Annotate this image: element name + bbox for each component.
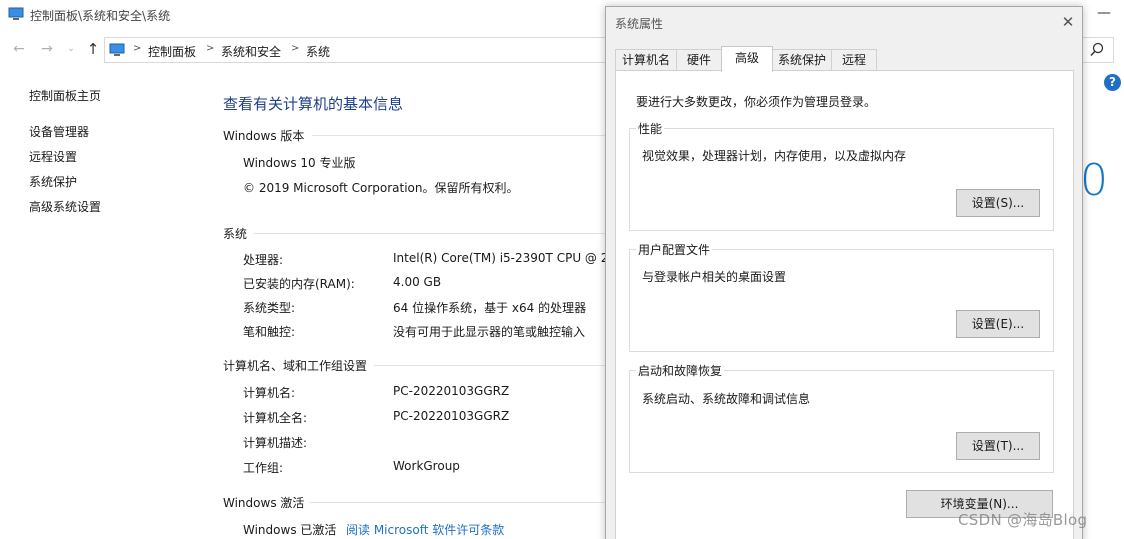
startup-recovery-group: 启动和故障恢复 系统启动、系统故障和调试信息 设置(T)... — [629, 362, 1054, 473]
breadcrumb-system[interactable]: 系统 — [306, 43, 330, 60]
startup-recovery-settings-button[interactable]: 设置(T)... — [956, 432, 1040, 460]
computer-name-value: PC-20220103GGRZ — [393, 384, 510, 398]
tab-remote[interactable]: 远程 — [831, 49, 877, 71]
pen-touch-label: 笔和触控: — [243, 325, 296, 339]
computer-icon — [8, 7, 24, 20]
divider — [254, 233, 606, 234]
sidebar-item-device-manager[interactable]: 设备管理器 — [29, 123, 89, 140]
tab-hardware[interactable]: 硬件 — [676, 49, 722, 71]
divider — [312, 135, 606, 136]
search-icon[interactable] — [1089, 42, 1105, 58]
computer-name-heading: 计算机名、域和工作组设置 — [223, 359, 368, 373]
performance-group-title: 性能 — [636, 120, 665, 137]
performance-description: 视觉效果，处理器计划，内存使用，以及虚拟内存 — [642, 149, 907, 163]
workgroup-label: 工作组: — [243, 461, 284, 475]
pen-touch-value: 没有可用于此显示器的笔或触控输入 — [393, 325, 586, 339]
sidebar-item-control-panel-home[interactable]: 控制面板主页 — [29, 87, 101, 104]
processor-label: 处理器: — [243, 253, 284, 267]
workgroup-value: WorkGroup — [393, 459, 460, 473]
computer-name-label: 计算机名: — [243, 386, 296, 400]
performance-group: 性能 视觉效果，处理器计划，内存使用，以及虚拟内存 设置(S)... — [629, 120, 1054, 231]
chevron-right-icon[interactable]: > — [206, 43, 214, 54]
activation-status: Windows 已激活 — [243, 523, 337, 537]
sidebar-item-system-protection[interactable]: 系统保护 — [29, 173, 77, 190]
admin-note: 要进行大多数更改，你必须作为管理员登录。 — [636, 95, 877, 109]
sidebar-item-remote-settings[interactable]: 远程设置 — [29, 148, 77, 165]
back-arrow-icon[interactable]: ← — [10, 40, 28, 58]
edition-heading: Windows 版本 — [223, 129, 305, 143]
user-profiles-group-title: 用户配置文件 — [636, 241, 713, 258]
system-properties-dialog: 系统属性 ✕ 计算机名 硬件 高级 系统保护 远程 要进行大多数更改，你必须作为… — [605, 6, 1083, 539]
windows-brand-fragment: 0 — [1080, 155, 1108, 206]
advanced-tab-panel: 要进行大多数更改，你必须作为管理员登录。 性能 视觉效果，处理器计划，内存使用，… — [615, 70, 1074, 539]
sidebar-item-advanced-settings[interactable]: 高级系统设置 — [29, 198, 101, 215]
license-terms-link[interactable]: 阅读 Microsoft 软件许可条款 — [346, 521, 504, 538]
chevron-down-icon[interactable]: ⌄ — [62, 40, 80, 58]
page-title: 查看有关计算机的基本信息 — [223, 95, 404, 113]
system-heading: 系统 — [223, 227, 248, 241]
full-name-label: 计算机全名: — [243, 411, 308, 425]
startup-recovery-group-title: 启动和故障恢复 — [636, 362, 725, 379]
help-icon[interactable]: ? — [1104, 74, 1121, 91]
startup-recovery-description: 系统启动、系统故障和调试信息 — [642, 392, 811, 406]
system-type-label: 系统类型: — [243, 301, 296, 315]
description-label: 计算机描述: — [243, 436, 308, 450]
processor-value: Intel(R) Core(TM) i5-2390T CPU @ 2. — [393, 251, 605, 265]
user-profiles-settings-button[interactable]: 设置(E)... — [956, 310, 1040, 338]
computer-icon — [109, 43, 125, 56]
up-arrow-icon[interactable]: ↑ — [84, 40, 102, 58]
edition-name: Windows 10 专业版 — [243, 156, 356, 170]
performance-settings-button[interactable]: 设置(S)... — [956, 189, 1040, 217]
minimize-button[interactable]: — — [1094, 6, 1114, 22]
tab-computer-name[interactable]: 计算机名 — [615, 49, 677, 71]
system-type-value: 64 位操作系统，基于 x64 的处理器 — [393, 301, 587, 315]
window-title: 控制面板\系统和安全\系统 — [30, 9, 171, 23]
watermark: CSDN @海岛Blog — [958, 511, 1088, 529]
ram-value: 4.00 GB — [393, 275, 442, 289]
tab-advanced[interactable]: 高级 — [721, 46, 773, 72]
ram-label: 已安装的内存(RAM): — [243, 277, 355, 291]
chevron-right-icon[interactable]: > — [291, 43, 299, 54]
close-icon[interactable]: ✕ — [1058, 12, 1078, 32]
divider — [310, 502, 606, 503]
divider — [374, 365, 606, 366]
copyright-text: © 2019 Microsoft Corporation。保留所有权利。 — [243, 181, 519, 195]
tab-system-protection[interactable]: 系统保护 — [772, 49, 832, 71]
breadcrumb-system-security[interactable]: 系统和安全 — [221, 43, 281, 60]
full-name-value: PC-20220103GGRZ — [393, 409, 510, 423]
activation-heading: Windows 激活 — [223, 496, 305, 510]
chevron-right-icon[interactable]: > — [133, 43, 141, 54]
breadcrumb-control-panel[interactable]: 控制面板 — [148, 43, 196, 60]
dialog-title: 系统属性 — [615, 17, 664, 31]
user-profiles-description: 与登录帐户相关的桌面设置 — [642, 270, 787, 284]
user-profiles-group: 用户配置文件 与登录帐户相关的桌面设置 设置(E)... — [629, 241, 1054, 352]
forward-arrow-icon[interactable]: → — [38, 40, 56, 58]
